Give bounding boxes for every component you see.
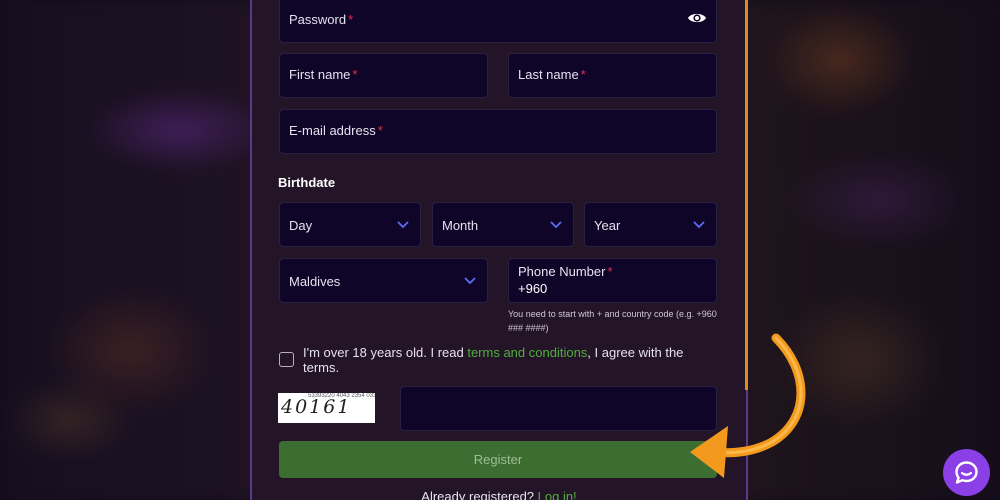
day-select[interactable]: Day (279, 202, 421, 247)
password-label: Password * (289, 12, 354, 27)
eye-icon[interactable] (687, 8, 707, 28)
curved-arrow-icon (690, 333, 806, 478)
captcha-image: 53393220 4043 2354 03320 / Vaoob9 40161 (278, 393, 375, 423)
register-button[interactable]: Register (279, 441, 717, 478)
terms-link[interactable]: terms and conditions (467, 345, 587, 360)
captcha-input[interactable] (400, 386, 717, 431)
country-select-value: Maldives (289, 274, 341, 289)
chat-bubble-icon (955, 461, 978, 484)
password-field[interactable]: Password * (279, 0, 717, 43)
last-name-field[interactable]: Last name * (508, 53, 717, 98)
login-link[interactable]: Log in! (538, 489, 577, 500)
phone-label: Phone Number * (518, 264, 613, 279)
chevron-down-icon (397, 221, 409, 229)
terms-consent-text: I'm over 18 years old. I read terms and … (303, 345, 684, 375)
year-select-value: Year (594, 218, 621, 233)
chevron-down-icon (693, 221, 705, 229)
email-label: E-mail address * (289, 123, 383, 138)
phone-field[interactable]: Phone Number * +960 (508, 258, 717, 303)
captcha-code: 40161 (281, 396, 352, 418)
last-name-label: Last name * (518, 67, 586, 82)
phone-value: +960 (518, 281, 548, 296)
first-name-field[interactable]: First name * (279, 53, 488, 98)
month-select[interactable]: Month (432, 202, 574, 247)
birthdate-title: Birthdate (278, 175, 336, 190)
chevron-down-icon (550, 221, 562, 229)
chevron-down-icon (464, 277, 476, 285)
first-name-label: First name * (289, 67, 358, 82)
country-select[interactable]: Maldives (279, 258, 488, 303)
day-select-value: Day (289, 218, 313, 233)
email-field[interactable]: E-mail address * (279, 109, 717, 154)
login-prompt: Already registered? Log in! (250, 489, 748, 500)
terms-checkbox[interactable] (279, 352, 294, 367)
year-select[interactable]: Year (584, 202, 717, 247)
chat-button[interactable] (943, 449, 990, 496)
month-select-value: Month (442, 218, 479, 233)
